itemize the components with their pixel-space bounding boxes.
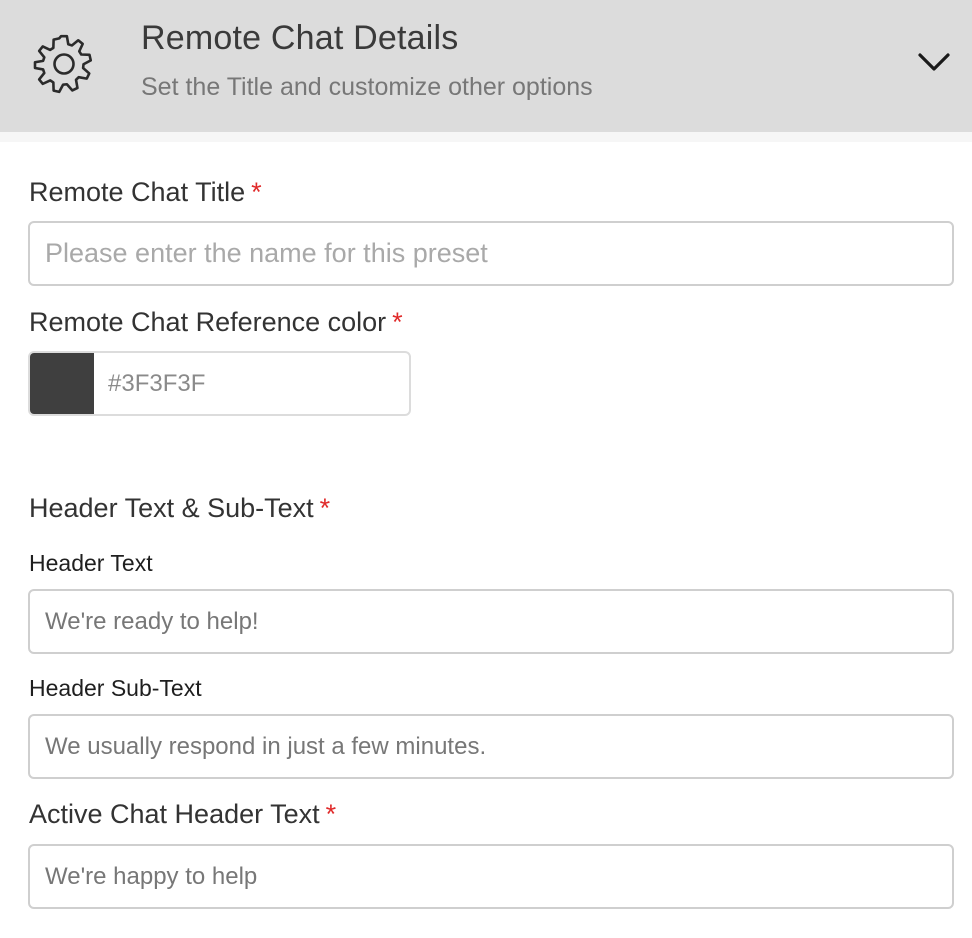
required-marker: *	[392, 307, 403, 337]
chevron-down-icon[interactable]	[914, 46, 954, 80]
color-swatch[interactable]	[30, 353, 94, 414]
header-text-label: Header Text	[29, 550, 153, 576]
required-marker: *	[319, 493, 331, 523]
header-section-label: Header Text & Sub-Text *	[29, 493, 331, 523]
active-chat-header-input[interactable]	[28, 844, 954, 909]
reference-color-label: Remote Chat Reference color *	[29, 307, 403, 337]
remote-chat-title-input[interactable]	[28, 221, 954, 286]
remote-chat-title-label: Remote Chat Title *	[29, 177, 262, 207]
required-marker: *	[325, 799, 337, 829]
header-divider	[0, 132, 972, 142]
header-subtext-label: Header Sub-Text	[29, 675, 202, 701]
header-subtext-input[interactable]	[28, 714, 954, 779]
required-marker: *	[251, 177, 262, 207]
section-subtitle: Set the Title and customize other option…	[141, 73, 593, 101]
color-hex-input[interactable]	[108, 353, 398, 414]
active-chat-header-label: Active Chat Header Text *	[29, 799, 337, 829]
header-text-input[interactable]	[28, 589, 954, 654]
reference-color-field	[28, 351, 411, 416]
section-header[interactable]: Remote Chat Details Set the Title and cu…	[0, 0, 972, 132]
gear-icon	[33, 34, 93, 94]
section-title: Remote Chat Details	[141, 19, 459, 57]
